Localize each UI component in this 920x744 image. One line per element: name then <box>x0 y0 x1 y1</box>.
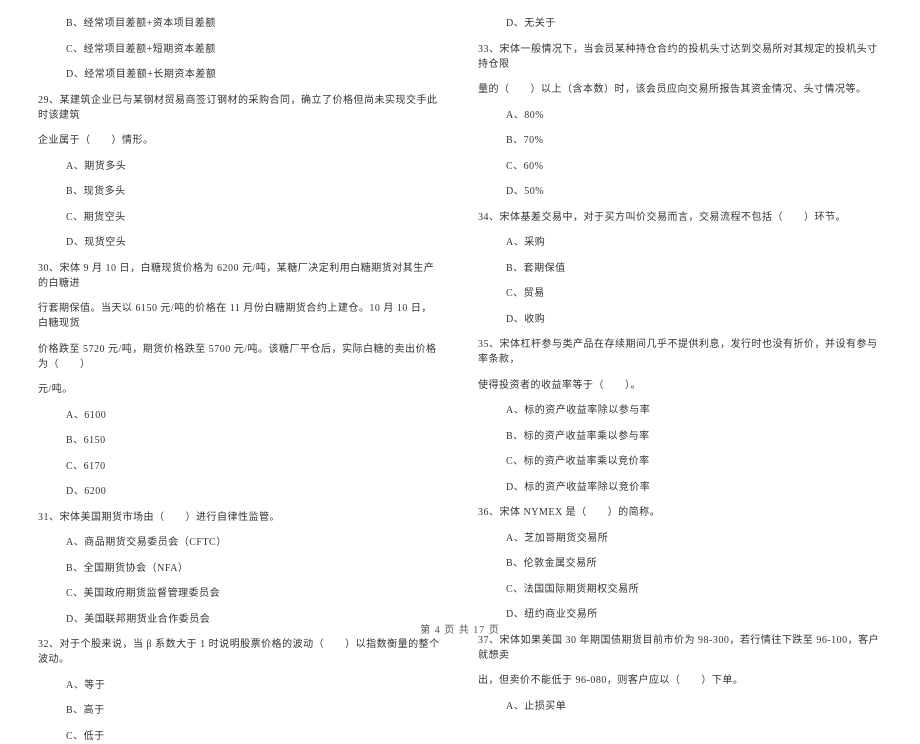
question-30-cont: 价格跌至 5720 元/吨，期货价格跌至 5700 元/吨。该糖厂平仓后，实际白… <box>38 342 442 372</box>
option-item: A、止损买单 <box>478 699 882 714</box>
question-29: 29、某建筑企业已与某钢材贸易商签订钢材的采购合同，确立了价格但尚未实现交手此时… <box>38 93 442 123</box>
question-35-cont: 使得投资者的收益率等于（ ）。 <box>478 378 882 393</box>
option-item: A、期货多头 <box>38 159 442 174</box>
option-item: D、50% <box>478 184 882 199</box>
option-item: B、标的资产收益率乘以参与率 <box>478 429 882 444</box>
option-item: B、70% <box>478 133 882 148</box>
right-column: D、无关于 33、宋体一般情况下，当会员某种持仓合约的投机头寸达到交易所对其规定… <box>460 16 900 610</box>
option-item: C、60% <box>478 159 882 174</box>
question-37-cont: 出，但卖价不能低于 96-080，则客户应以（ ）下单。 <box>478 673 882 688</box>
question-37: 37、宋体如果美国 30 年期国债期货目前市价为 98-300，若行情往下跌至 … <box>478 633 882 663</box>
option-item: B、高于 <box>38 703 442 718</box>
option-item: B、伦敦金属交易所 <box>478 556 882 571</box>
option-item: B、全国期货协会（NFA） <box>38 561 442 576</box>
question-32: 32、对于个股来说，当 β 系数大于 1 时说明股票价格的波动（ ）以指数衡量的… <box>38 637 442 667</box>
option-item: A、芝加哥期货交易所 <box>478 531 882 546</box>
page-content: B、经常项目差额+资本项目差额 C、经常项目差额+短期资本差额 D、经常项目差额… <box>0 0 920 610</box>
question-33-cont: 量的（ ）以上（含本数）时，该会员应向交易所报告其资金情况、头寸情况等。 <box>478 82 882 97</box>
option-item: B、套期保值 <box>478 261 882 276</box>
option-item: C、6170 <box>38 459 442 474</box>
question-36: 36、宋体 NYMEX 是（ ）的简称。 <box>478 505 882 520</box>
option-item: D、标的资产收益率除以竞价率 <box>478 480 882 495</box>
option-item: C、期货空头 <box>38 210 442 225</box>
option-item: C、经常项目差额+短期资本差额 <box>38 42 442 57</box>
question-33: 33、宋体一般情况下，当会员某种持仓合约的投机头寸达到交易所对其规定的投机头寸持… <box>478 42 882 72</box>
question-34: 34、宋体基差交易中，对于买方叫价交易而言，交易流程不包括（ ）环节。 <box>478 210 882 225</box>
option-item: D、收购 <box>478 312 882 327</box>
option-item: C、法国国际期货期权交易所 <box>478 582 882 597</box>
question-29-cont: 企业属于（ ）情形。 <box>38 133 442 148</box>
option-item: C、美国政府期货监督管理委员会 <box>38 586 442 601</box>
page-footer: 第 4 页 共 17 页 <box>0 621 920 636</box>
option-item: C、贸易 <box>478 286 882 301</box>
question-31: 31、宋体美国期货市场由（ ）进行自律性监管。 <box>38 510 442 525</box>
question-35: 35、宋体杠杆参与类产品在存续期间几乎不提供利息，发行时也没有折价，并设有参与率… <box>478 337 882 367</box>
option-item: D、现货空头 <box>38 235 442 250</box>
option-item: A、6100 <box>38 408 442 423</box>
option-item: A、标的资产收益率除以参与率 <box>478 403 882 418</box>
option-item: D、经常项目差额+长期资本差额 <box>38 67 442 82</box>
question-30-cont: 元/吨。 <box>38 382 442 397</box>
option-item: A、80% <box>478 108 882 123</box>
option-item: A、采购 <box>478 235 882 250</box>
option-item: A、等于 <box>38 678 442 693</box>
option-item: B、现货多头 <box>38 184 442 199</box>
option-item: D、无关于 <box>478 16 882 31</box>
question-30: 30、宋体 9 月 10 日，白糖现货价格为 6200 元/吨，某糖厂决定利用白… <box>38 261 442 291</box>
option-item: A、商品期货交易委员会（CFTC） <box>38 535 442 550</box>
left-column: B、经常项目差额+资本项目差额 C、经常项目差额+短期资本差额 D、经常项目差额… <box>20 16 460 610</box>
option-item: B、经常项目差额+资本项目差额 <box>38 16 442 31</box>
option-item: C、标的资产收益率乘以竞价率 <box>478 454 882 469</box>
option-item: D、纽约商业交易所 <box>478 607 882 622</box>
option-item: C、低于 <box>38 729 442 744</box>
option-item: D、6200 <box>38 484 442 499</box>
option-item: B、6150 <box>38 433 442 448</box>
question-30-cont: 行套期保值。当天以 6150 元/吨的价格在 11 月份白糖期货合约上建仓。10… <box>38 301 442 331</box>
